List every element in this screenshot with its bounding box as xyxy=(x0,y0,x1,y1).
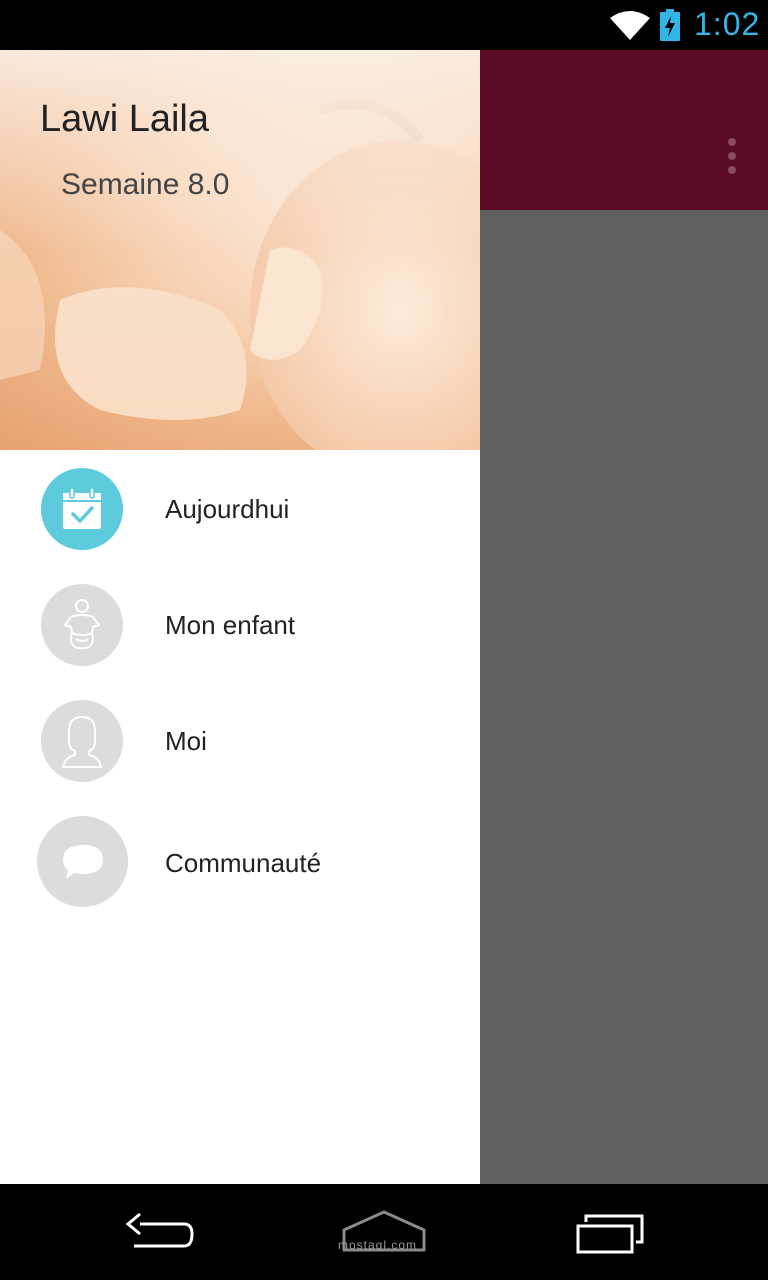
status-bar: 1:02 xyxy=(0,0,768,50)
woman-avatar-icon xyxy=(41,700,123,782)
drawer-item-label: Communauté xyxy=(165,848,322,878)
system-navigation-bar xyxy=(0,1184,768,1280)
wifi-icon xyxy=(610,11,650,40)
drawer-item-communaute[interactable]: Communauté xyxy=(0,806,480,916)
drawer-item-label: Moi xyxy=(165,726,207,756)
navigation-drawer: Lawi Laila Semaine 8.0 Aujourdhui Mon en… xyxy=(0,50,480,1184)
drawer-header: Lawi Laila Semaine 8.0 xyxy=(0,50,480,450)
battery-charging-icon xyxy=(660,9,680,41)
drawer-item-aujourdhui[interactable]: Aujourdhui xyxy=(0,454,480,564)
clock: 1:02 xyxy=(694,6,761,42)
home-icon[interactable] xyxy=(338,1202,430,1262)
drawer-item-moi[interactable]: Moi xyxy=(0,686,480,796)
more-vert-icon[interactable] xyxy=(716,134,748,178)
chat-bubble-icon xyxy=(37,816,128,907)
back-icon[interactable] xyxy=(124,1202,194,1262)
pregnancy-week: Semaine 8.0 xyxy=(61,168,230,201)
calendar-check-icon xyxy=(41,468,123,550)
baby-icon xyxy=(41,584,123,666)
watermark-text: mostaql.com xyxy=(338,1238,418,1252)
drawer-item-label: Mon enfant xyxy=(165,610,296,640)
user-name: Lawi Laila xyxy=(40,98,209,140)
recents-icon[interactable] xyxy=(574,1202,646,1262)
drawer-item-mon-enfant[interactable]: Mon enfant xyxy=(0,570,480,680)
drawer-item-label: Aujourdhui xyxy=(165,494,290,524)
